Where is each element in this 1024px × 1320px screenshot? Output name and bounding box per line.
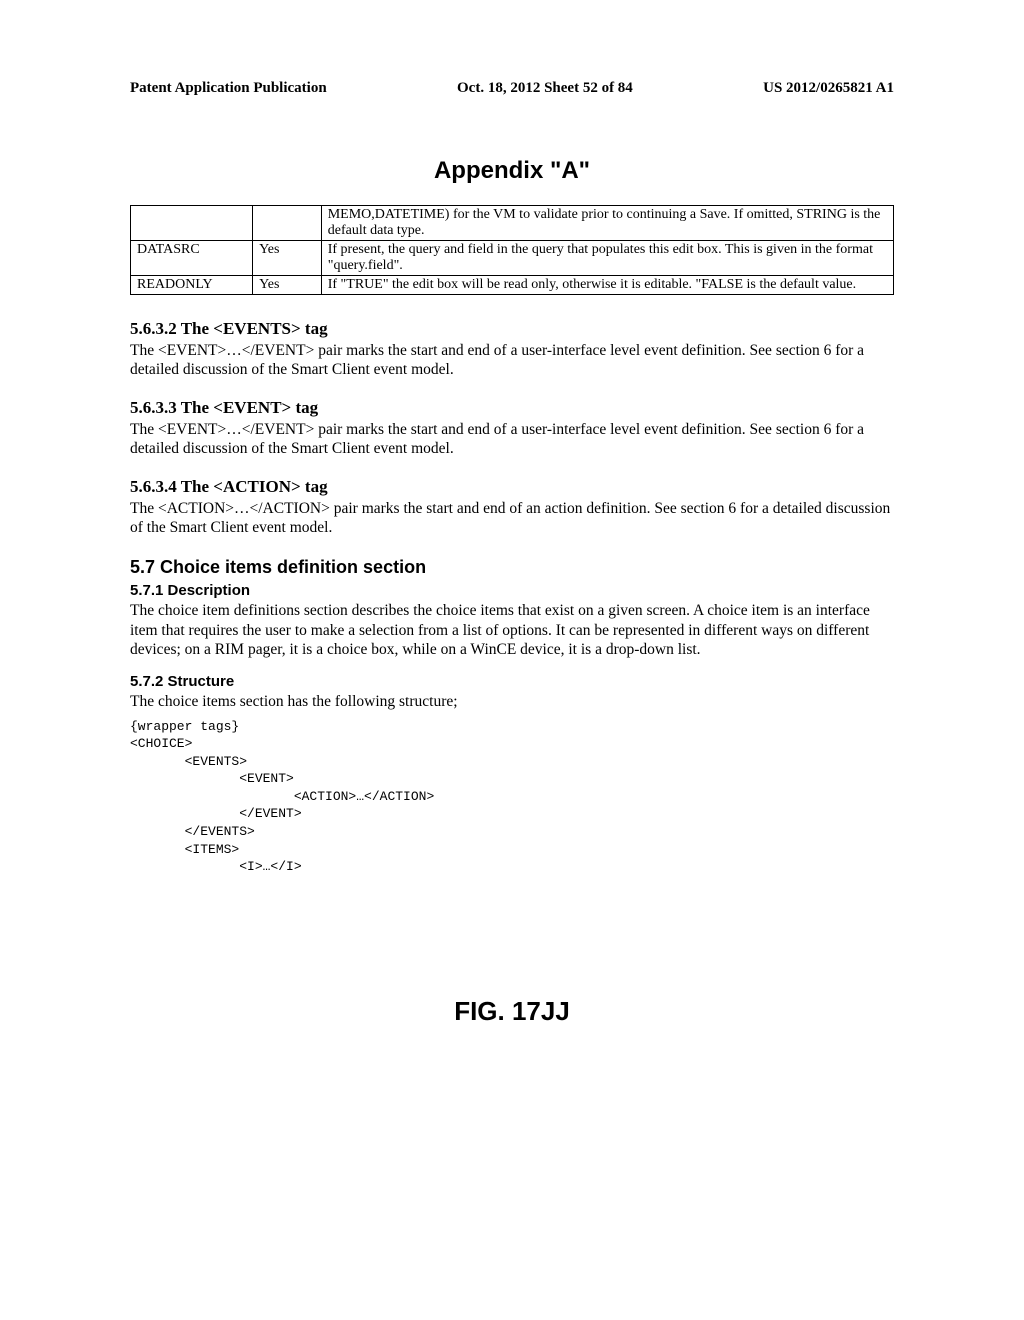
table-row: MEMO,DATETIME) for the VM to validate pr… <box>131 206 894 241</box>
heading-5-7: 5.7 Choice items definition section <box>130 557 894 578</box>
code-block-structure: {wrapper tags} <CHOICE> <EVENTS> <EVENT>… <box>130 718 894 876</box>
heading-5-7-2: 5.7.2 Structure <box>130 673 894 690</box>
cell-attr <box>131 206 253 241</box>
header-right: US 2012/0265821 A1 <box>763 80 894 97</box>
cell-desc: If present, the query and field in the q… <box>321 241 893 276</box>
cell-desc: If "TRUE" the edit box will be read only… <box>321 276 893 295</box>
page: Patent Application Publication Oct. 18, … <box>0 0 1024 1320</box>
header-line: Patent Application Publication Oct. 18, … <box>130 80 894 97</box>
header-center: Oct. 18, 2012 Sheet 52 of 84 <box>457 80 633 97</box>
body-5-6-3-2: The <EVENT>…</EVENT> pair marks the star… <box>130 341 894 380</box>
cell-attr: DATASRC <box>131 241 253 276</box>
heading-5-7-1: 5.7.1 Description <box>130 582 894 599</box>
cell-optional <box>253 206 322 241</box>
table-row: READONLY Yes If "TRUE" the edit box will… <box>131 276 894 295</box>
table-row: DATASRC Yes If present, the query and fi… <box>131 241 894 276</box>
header-left: Patent Application Publication <box>130 80 327 97</box>
heading-5-6-3-3: 5.6.3.3 The <EVENT> tag <box>130 398 894 418</box>
cell-desc: MEMO,DATETIME) for the VM to validate pr… <box>321 206 893 241</box>
heading-5-6-3-4: 5.6.3.4 The <ACTION> tag <box>130 477 894 497</box>
cell-attr: READONLY <box>131 276 253 295</box>
cell-optional: Yes <box>253 241 322 276</box>
body-5-6-3-3: The <EVENT>…</EVENT> pair marks the star… <box>130 420 894 459</box>
attributes-table: MEMO,DATETIME) for the VM to validate pr… <box>130 205 894 295</box>
figure-label: FIG. 17JJ <box>130 996 894 1027</box>
body-5-7-1: The choice item definitions section desc… <box>130 601 894 659</box>
heading-5-6-3-2: 5.6.3.2 The <EVENTS> tag <box>130 319 894 339</box>
cell-optional: Yes <box>253 276 322 295</box>
body-5-6-3-4: The <ACTION>…</ACTION> pair marks the st… <box>130 499 894 538</box>
body-5-7-2: The choice items section has the followi… <box>130 692 894 711</box>
appendix-title: Appendix "A" <box>130 157 894 185</box>
